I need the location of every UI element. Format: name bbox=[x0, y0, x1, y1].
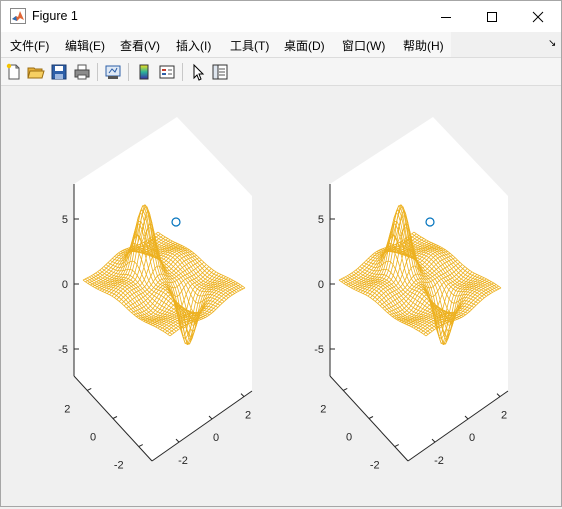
close-button[interactable] bbox=[515, 1, 561, 32]
x-tick-label: -2 bbox=[434, 455, 444, 467]
matlab-icon bbox=[10, 8, 26, 24]
y-tick-label: 2 bbox=[64, 403, 70, 415]
menu-bar: 文件(F) 编辑(E) 查看(V) 插入(I) 工具(T) 桌面(D) 窗口(W… bbox=[1, 32, 561, 57]
x-tick-label: 0 bbox=[213, 432, 219, 444]
link-plot-icon[interactable] bbox=[104, 63, 122, 81]
print-icon[interactable] bbox=[73, 63, 91, 81]
close-icon bbox=[532, 11, 544, 22]
menu-edit[interactable]: 编辑(E) bbox=[65, 37, 105, 54]
toolbar-separator bbox=[97, 63, 98, 81]
menu-desktop[interactable]: 桌面(D) bbox=[284, 37, 325, 54]
property-inspector-icon[interactable] bbox=[211, 63, 229, 81]
minimize-icon bbox=[441, 16, 451, 18]
x-tick-label: 2 bbox=[245, 410, 251, 422]
menu-bar-items: 文件(F) 编辑(E) 查看(V) 插入(I) 工具(T) 桌面(D) 窗口(W… bbox=[1, 32, 451, 57]
z-tick-label: 5 bbox=[318, 214, 324, 226]
z-tick-label: 5 bbox=[62, 214, 68, 226]
menu-window[interactable]: 窗口(W) bbox=[342, 37, 385, 54]
z-tick-label: 0 bbox=[62, 279, 68, 291]
y-tick-label: -2 bbox=[370, 460, 380, 472]
maximize-icon bbox=[487, 11, 497, 22]
figure-window: Figure 1 文件(F) 编辑(E) 查看(V) 插入(I) 工具(T) 桌… bbox=[0, 0, 562, 507]
menu-view[interactable]: 查看(V) bbox=[120, 37, 160, 54]
z-tick-label: 0 bbox=[318, 279, 324, 291]
y-tick-label: 2 bbox=[320, 403, 326, 415]
menu-file[interactable]: 文件(F) bbox=[10, 37, 49, 54]
new-figure-icon[interactable] bbox=[5, 63, 23, 81]
mesh-axes-2: 5 0 -5 2 0 -2 -2 0 2 bbox=[314, 117, 509, 472]
insert-legend-icon[interactable] bbox=[158, 63, 176, 81]
window-title: Figure 1 bbox=[32, 9, 78, 23]
minimize-button[interactable] bbox=[423, 1, 469, 32]
save-icon[interactable] bbox=[50, 63, 68, 81]
x-tick-label: 2 bbox=[501, 410, 507, 422]
menu-overflow-icon[interactable]: ↘ bbox=[548, 38, 556, 49]
z-tick-label: -5 bbox=[314, 344, 324, 356]
title-bar: Figure 1 bbox=[1, 1, 561, 32]
y-tick-label: 0 bbox=[346, 432, 352, 444]
figure-toolbar bbox=[1, 57, 561, 86]
insert-colorbar-icon[interactable] bbox=[135, 63, 153, 81]
y-tick-label: 0 bbox=[90, 432, 96, 444]
x-tick-label: -2 bbox=[178, 455, 188, 467]
toolbar-separator bbox=[182, 63, 183, 81]
open-file-icon[interactable] bbox=[27, 63, 45, 81]
x-tick-label: 0 bbox=[469, 432, 475, 444]
y-tick-label: -2 bbox=[114, 460, 124, 472]
menu-tools[interactable]: 工具(T) bbox=[230, 37, 269, 54]
menu-insert[interactable]: 插入(I) bbox=[176, 37, 211, 54]
toolbar-separator bbox=[128, 63, 129, 81]
maximize-button[interactable] bbox=[469, 1, 515, 32]
edit-plot-icon[interactable] bbox=[189, 63, 207, 81]
plot-area: 5 0 -5 2 0 -2 -2 0 2 5 0 -5 2 0 -2 -2 0 2 bbox=[58, 117, 509, 472]
menu-help[interactable]: 帮助(H) bbox=[403, 37, 444, 54]
mesh-axes-1: 5 0 -5 2 0 -2 -2 0 2 bbox=[58, 117, 253, 472]
z-tick-label: -5 bbox=[58, 344, 68, 356]
figure-canvas: 5 0 -5 2 0 -2 -2 0 2 5 0 -5 2 0 -2 -2 0 2 bbox=[2, 86, 560, 506]
